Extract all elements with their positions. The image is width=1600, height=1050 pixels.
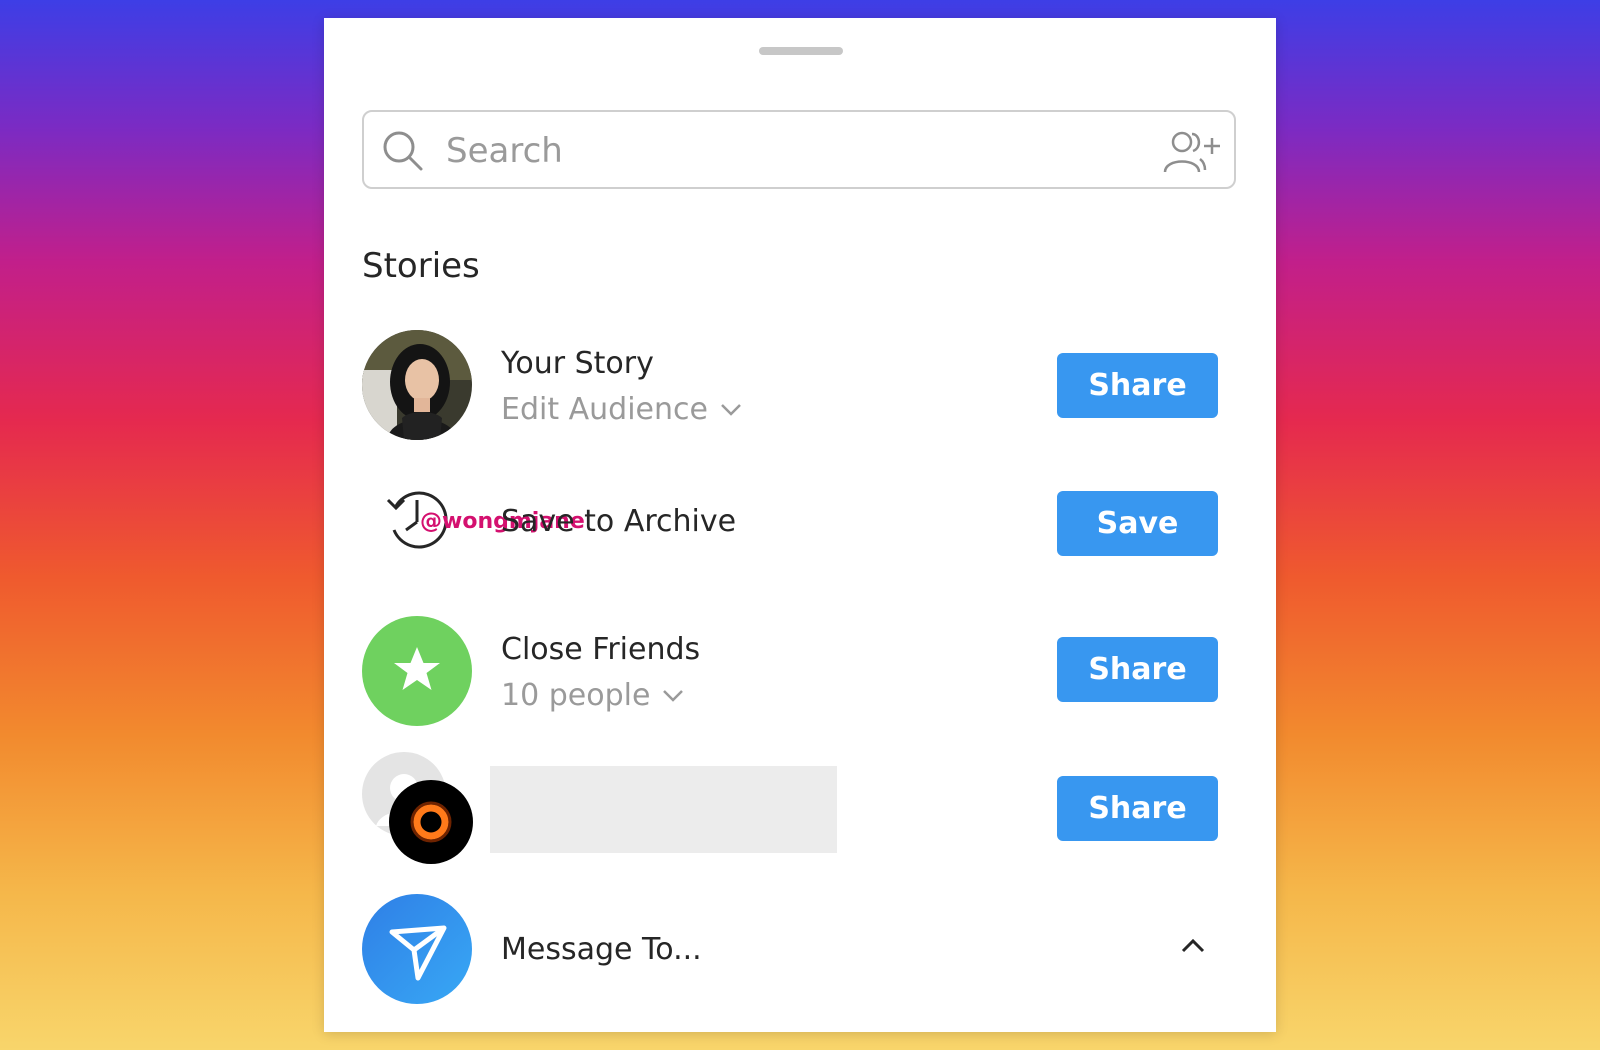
group-avatar [362, 752, 473, 864]
close-friends-avatar [362, 616, 472, 726]
drag-handle[interactable] [759, 47, 843, 55]
edit-audience-label: Edit Audience [501, 392, 708, 427]
share-close-friends-button[interactable]: Share [1057, 637, 1218, 702]
edit-audience-dropdown[interactable]: Edit Audience [501, 392, 742, 427]
chevron-down-icon [663, 689, 684, 702]
search-input[interactable] [444, 122, 1128, 180]
search-icon [383, 131, 423, 171]
add-people-icon[interactable] [1162, 130, 1220, 174]
save-archive-row: @wongmjane Save to Archive Save [362, 466, 1236, 578]
close-friends-count: 10 people [501, 678, 651, 713]
close-friends-row: Close Friends 10 people Share [362, 616, 1236, 728]
direct-message-icon [389, 925, 447, 981]
close-friends-title: Close Friends [501, 632, 701, 667]
message-avatar [362, 894, 472, 1004]
share-your-story-button[interactable]: Share [1057, 353, 1218, 418]
name-placeholder-bar [490, 766, 837, 853]
profile-photo-icon [362, 330, 472, 440]
chevron-down-icon [721, 403, 741, 416]
your-story-row: Your Story Edit Audience Share [362, 330, 1236, 442]
group-story-row: Share [362, 752, 1236, 864]
share-sheet: Stories Your Story Edit Audience Share [324, 18, 1276, 1032]
close-friends-count-dropdown[interactable]: 10 people [501, 678, 684, 713]
avatar [362, 330, 472, 440]
message-to-row[interactable]: Message To... [362, 894, 1236, 1006]
chevron-up-icon[interactable] [1180, 936, 1206, 954]
search-bar[interactable] [362, 110, 1236, 189]
your-story-title: Your Story [501, 346, 654, 381]
save-archive-title: Save to Archive [501, 504, 737, 539]
star-icon [394, 647, 440, 690]
stories-section-title: Stories [362, 246, 480, 286]
save-archive-button[interactable]: Save [1057, 491, 1218, 556]
share-group-story-button[interactable]: Share [1057, 776, 1218, 841]
message-to-title: Message To... [501, 932, 702, 967]
